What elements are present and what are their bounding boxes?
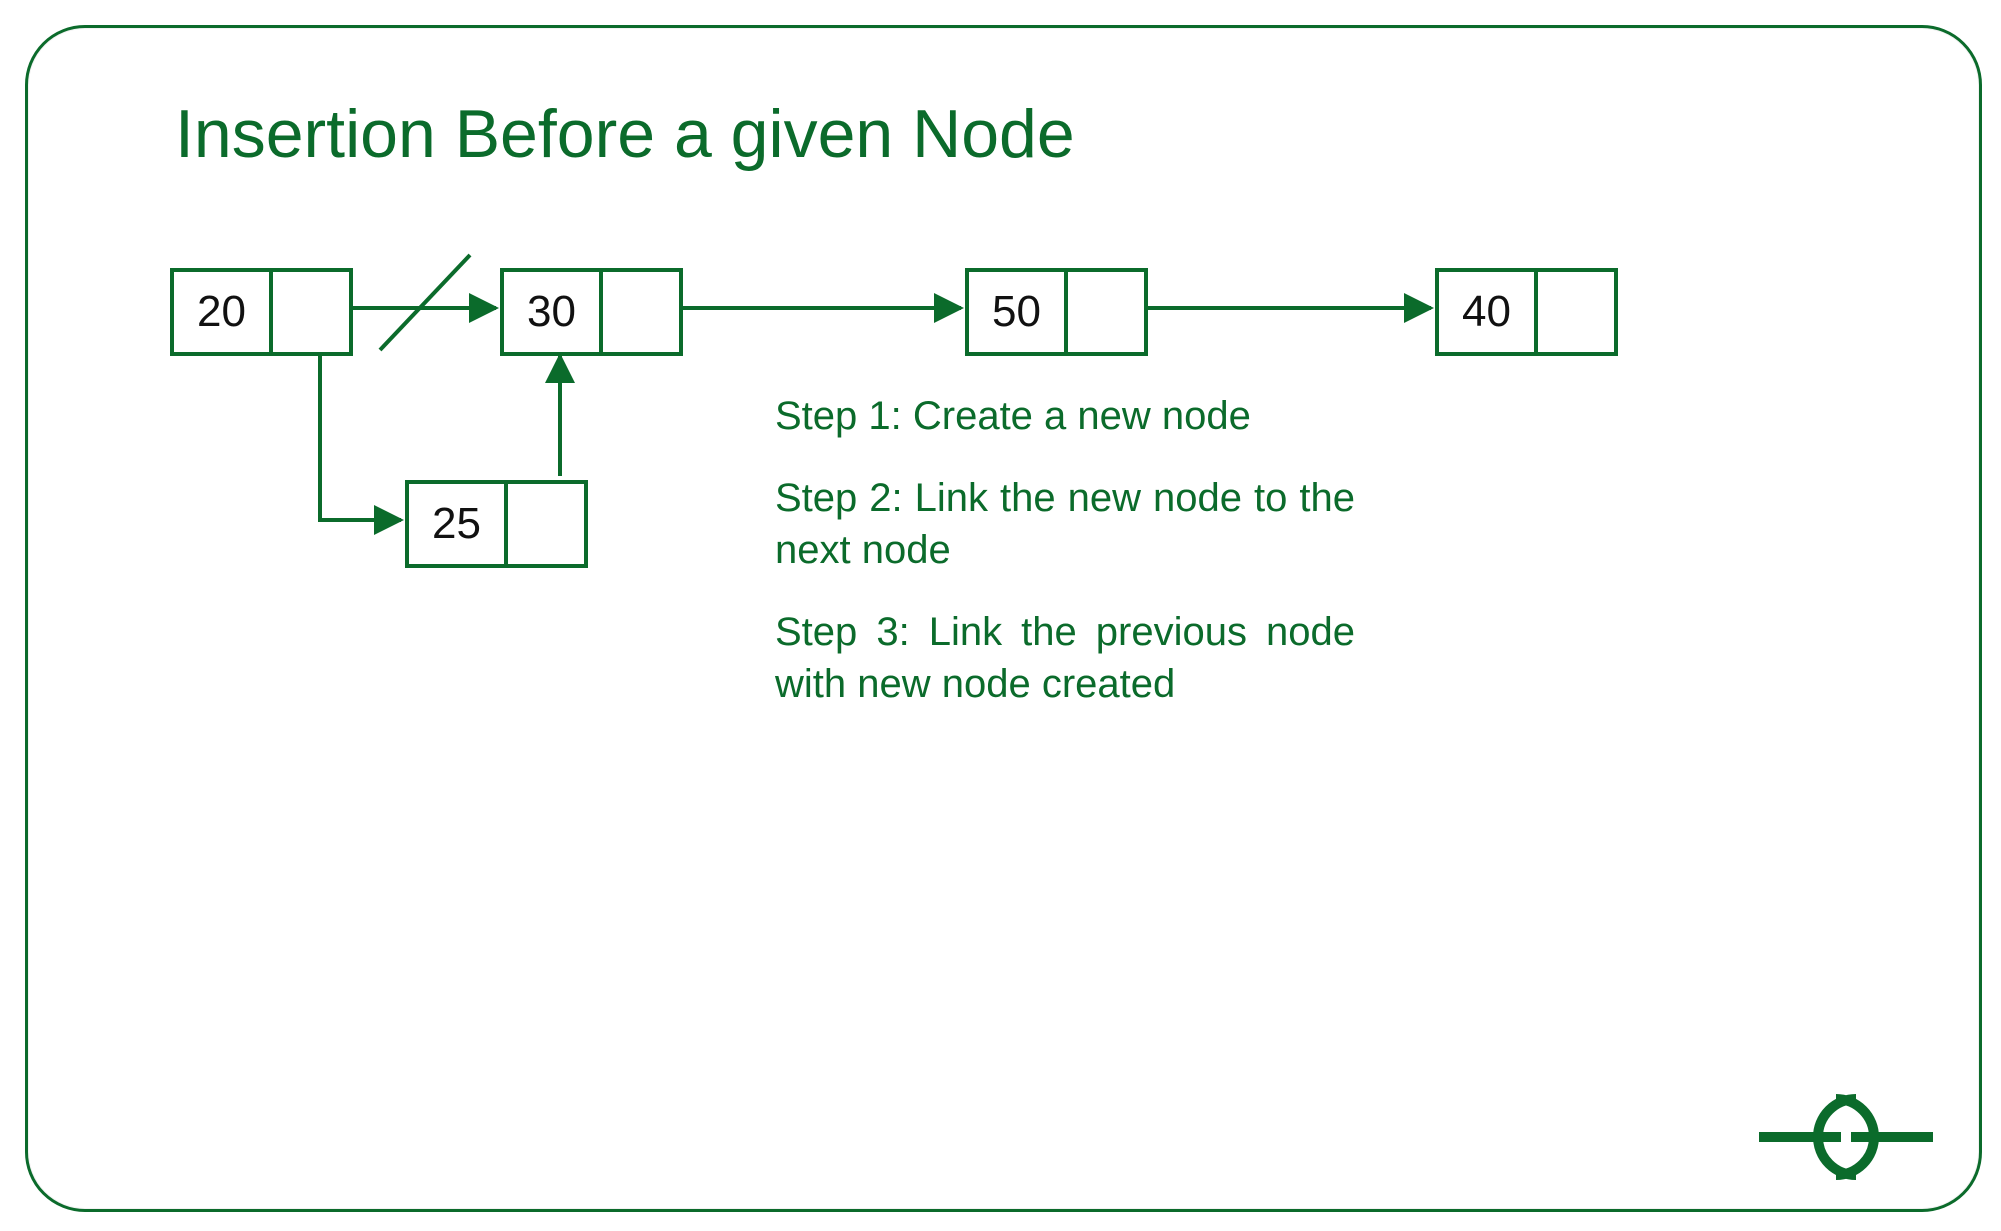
node-4: 40 xyxy=(1435,268,1618,356)
node-3: 50 xyxy=(965,268,1148,356)
node-new: 25 xyxy=(405,480,588,568)
geeksforgeeks-logo xyxy=(1751,1081,1941,1196)
node-1-value: 20 xyxy=(174,272,273,352)
node-4-value: 40 xyxy=(1439,272,1538,352)
diagram-title: Insertion Before a given Node xyxy=(175,95,1075,173)
node-3-value: 50 xyxy=(969,272,1068,352)
step-3: Step 3: Link the previous node with new … xyxy=(775,606,1355,710)
node-new-value: 25 xyxy=(409,484,508,564)
node-2: 30 xyxy=(500,268,683,356)
step-1: Step 1: Create a new node xyxy=(775,390,1355,442)
node-1: 20 xyxy=(170,268,353,356)
step-2: Step 2: Link the new node to the next no… xyxy=(775,472,1355,576)
node-2-value: 30 xyxy=(504,272,603,352)
steps-block: Step 1: Create a new node Step 2: Link t… xyxy=(775,390,1355,740)
